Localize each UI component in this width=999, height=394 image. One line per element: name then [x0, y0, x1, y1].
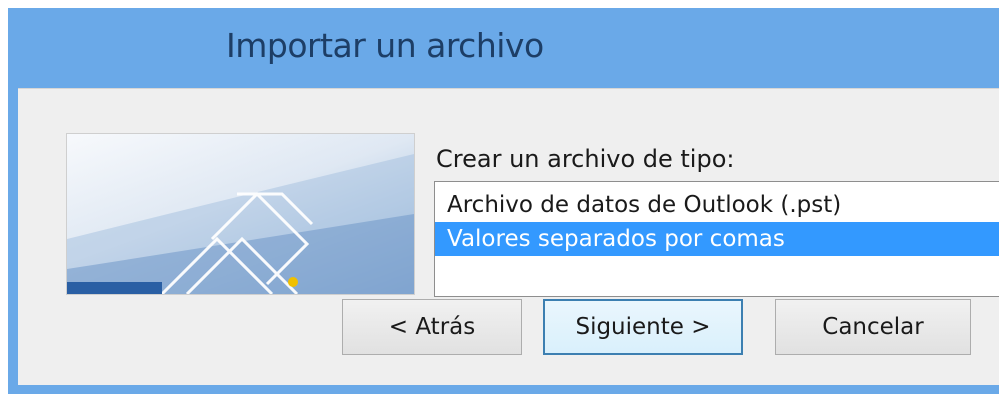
dialog-client-area: Crear un archivo de tipo: Archivo de dat…: [18, 88, 999, 389]
dialog-title: Importar un archivo: [226, 26, 544, 65]
list-item-csv[interactable]: Valores separados por comas: [435, 222, 999, 256]
next-button[interactable]: Siguiente >: [543, 299, 743, 355]
dialog-titlebar[interactable]: Importar un archivo: [8, 8, 999, 88]
import-dialog-window: Importar un archivo Crear un archivo de …: [8, 8, 999, 394]
back-button[interactable]: < Atrás: [342, 299, 522, 355]
file-type-listbox[interactable]: Archivo de datos de Outlook (.pst) Valor…: [434, 181, 999, 297]
cancel-button[interactable]: Cancelar: [775, 299, 971, 355]
import-wizard-graphic: [66, 133, 415, 295]
dialog-button-row: < Atrás Siguiente > Cancelar: [18, 291, 999, 355]
list-item-outlook-pst[interactable]: Archivo de datos de Outlook (.pst): [435, 188, 999, 222]
file-type-label: Crear un archivo de tipo:: [436, 145, 735, 173]
dialog-bottom-border: [18, 385, 999, 389]
